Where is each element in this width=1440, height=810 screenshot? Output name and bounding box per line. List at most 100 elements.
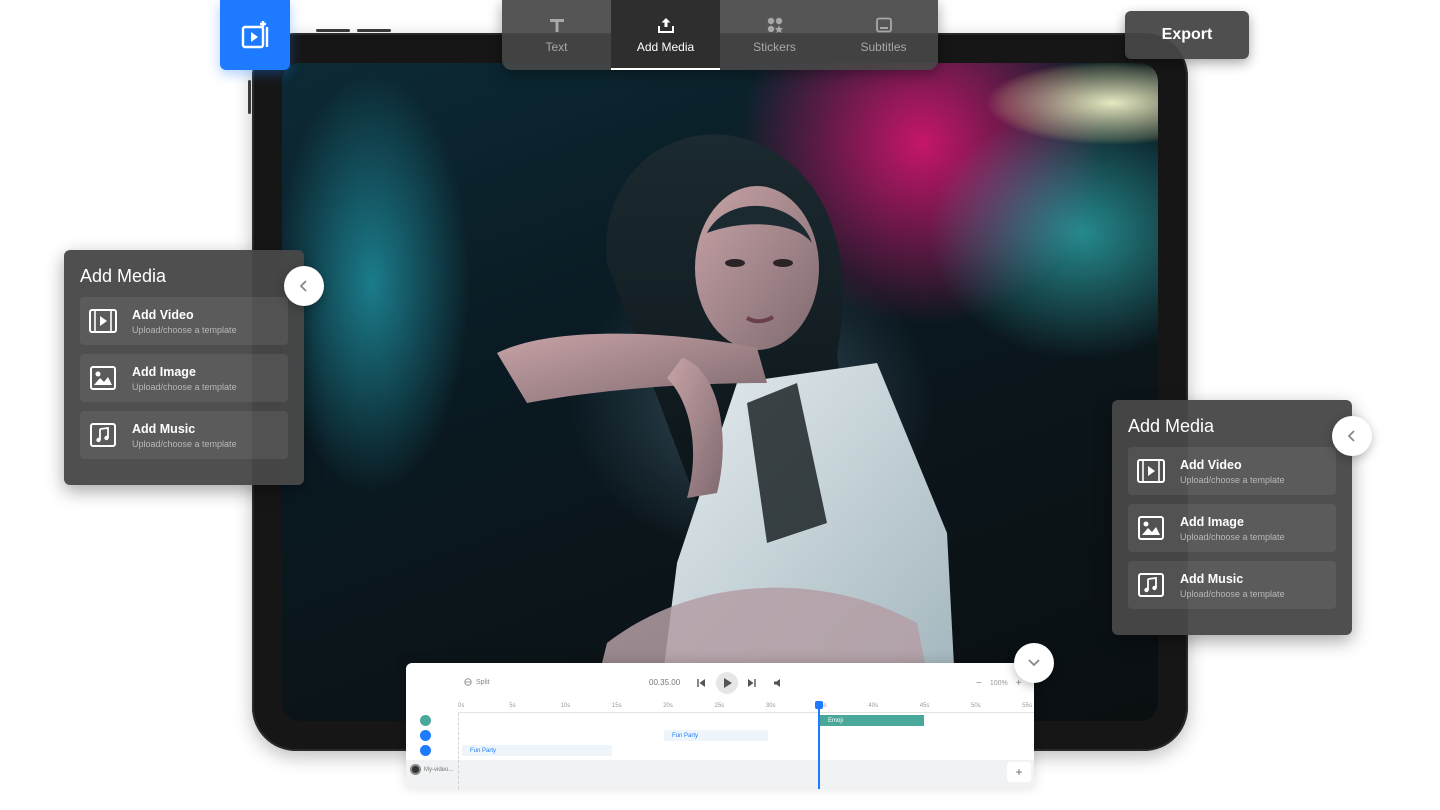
zoom-control[interactable]: − 100% + bbox=[976, 678, 1022, 689]
panel-title: Add Media bbox=[80, 266, 167, 286]
zoom-out-icon[interactable]: − bbox=[976, 678, 982, 689]
emoji-clip[interactable]: Emoji bbox=[818, 715, 924, 726]
add-video-item[interactable]: Add Video Upload/choose a template bbox=[1128, 447, 1336, 495]
media-item-label: Add Video bbox=[1180, 457, 1242, 472]
chevron-left-icon bbox=[299, 280, 307, 292]
video-track[interactable]: My-video... + bbox=[406, 760, 1034, 789]
add-video-item[interactable]: Add Video Upload/choose a template bbox=[80, 297, 288, 345]
ruler-tick-label: 15s bbox=[611, 703, 622, 709]
play-icon bbox=[723, 678, 732, 688]
add-media-panel-left: Add Media Add Video Upload/choose a temp… bbox=[64, 250, 304, 485]
media-item-subtitle: Upload/choose a template bbox=[1180, 531, 1285, 542]
add-music-item[interactable]: Add Music Upload/choose a template bbox=[80, 411, 288, 459]
tab-label: Add Media bbox=[636, 40, 695, 54]
text-track-icon bbox=[420, 745, 431, 756]
tab-label: Stickers bbox=[753, 40, 796, 54]
timeline-controls: Split 00.35.00 − 100% + bbox=[406, 663, 1034, 703]
text-clip[interactable]: Fun Party bbox=[664, 730, 768, 741]
add-image-item[interactable]: Add Image Upload/choose a template bbox=[1128, 504, 1336, 552]
tablet-volume-button bbox=[316, 29, 350, 32]
export-button[interactable]: Export bbox=[1125, 11, 1249, 59]
volume-icon[interactable] bbox=[774, 679, 783, 687]
text-icon bbox=[549, 19, 564, 32]
media-item-label: Add Music bbox=[1180, 571, 1244, 586]
text-clip[interactable]: Fun Party bbox=[462, 745, 612, 756]
media-item-subtitle: Upload/choose a template bbox=[132, 381, 237, 392]
editor-stage: Text Add Media Stickers Subtitles Export bbox=[0, 0, 1440, 810]
preview-photo bbox=[497, 134, 957, 721]
ruler-tick-label: 0s bbox=[458, 703, 465, 709]
clip-label: Fun Party bbox=[470, 747, 497, 754]
ruler-tick-label: 5s bbox=[509, 703, 516, 709]
collapse-right-panel-button[interactable] bbox=[1332, 416, 1372, 456]
media-item-subtitle: Upload/choose a template bbox=[1180, 474, 1285, 485]
skip-back-icon[interactable] bbox=[697, 679, 706, 687]
tab-label: Subtitles bbox=[860, 40, 907, 54]
ruler-tick-label: 30s bbox=[765, 703, 776, 709]
skip-forward-icon[interactable] bbox=[747, 679, 756, 687]
plus-icon: + bbox=[1015, 765, 1023, 779]
music-icon bbox=[88, 420, 118, 450]
current-time: 00.35.00 bbox=[649, 678, 681, 687]
media-item-subtitle: Upload/choose a template bbox=[132, 324, 237, 335]
split-label: Split bbox=[476, 678, 490, 686]
tab-text[interactable]: Text bbox=[502, 0, 611, 70]
media-item-label: Add Image bbox=[1180, 514, 1244, 529]
video-crop-icon bbox=[241, 21, 269, 49]
ruler-tick-label: 55s bbox=[1022, 703, 1032, 709]
playhead-handle[interactable] bbox=[815, 701, 823, 709]
add-image-item[interactable]: Add Image Upload/choose a template bbox=[80, 354, 288, 402]
add-music-item[interactable]: Add Music Upload/choose a template bbox=[1128, 561, 1336, 609]
add-media-panel-right: Add Media Add Video Upload/choose a temp… bbox=[1112, 400, 1352, 635]
ruler-tick-label: 50s bbox=[971, 703, 981, 709]
tab-add-media[interactable]: Add Media bbox=[611, 0, 720, 70]
collapse-left-panel-button[interactable] bbox=[284, 266, 324, 306]
text-track-icon bbox=[420, 730, 431, 741]
tab-subtitles[interactable]: Subtitles bbox=[829, 0, 938, 70]
image-icon bbox=[1136, 513, 1166, 543]
play-button[interactable] bbox=[716, 672, 738, 694]
video-track-icon bbox=[410, 764, 421, 775]
media-item-subtitle: Upload/choose a template bbox=[1180, 588, 1285, 599]
video-icon bbox=[88, 306, 118, 336]
media-item-label: Add Image bbox=[132, 364, 196, 379]
timeline-panel: Split 00.35.00 − 100% + 0s 5s 10s 15s 20s 25s… bbox=[406, 663, 1034, 789]
ruler-tick-label: 20s bbox=[663, 703, 673, 709]
music-icon bbox=[1136, 570, 1166, 600]
emoji-track-icon bbox=[420, 715, 431, 726]
zoom-in-icon[interactable]: + bbox=[1016, 678, 1022, 689]
tab-stickers[interactable]: Stickers bbox=[720, 0, 829, 70]
chevron-left-icon bbox=[1347, 430, 1355, 442]
clip-label: Fun Party bbox=[672, 732, 699, 739]
tablet-volume-button bbox=[357, 29, 391, 32]
media-item-subtitle: Upload/choose a template bbox=[132, 438, 237, 449]
collapse-timeline-button[interactable] bbox=[1014, 643, 1054, 683]
media-item-label: Add Video bbox=[132, 307, 194, 322]
app-logo[interactable] bbox=[220, 0, 290, 70]
panel-title: Add Media bbox=[1128, 416, 1215, 436]
zoom-level: 100% bbox=[989, 680, 1008, 687]
tablet-power-button bbox=[248, 80, 251, 114]
image-icon bbox=[88, 363, 118, 393]
track-start-marker bbox=[458, 713, 459, 759]
top-toolbar: Text Add Media Stickers Subtitles bbox=[502, 0, 938, 70]
stickers-icon bbox=[767, 17, 783, 33]
split-icon bbox=[464, 678, 472, 686]
ruler-tick-label: 10s bbox=[560, 703, 571, 709]
tab-label: Text bbox=[545, 40, 568, 54]
video-icon bbox=[1136, 456, 1166, 486]
video-track-label: My-video... bbox=[424, 767, 454, 773]
ruler-tick-label: 25s bbox=[714, 703, 725, 709]
subtitles-icon bbox=[875, 17, 892, 33]
media-item-label: Add Music bbox=[132, 421, 196, 436]
video-preview[interactable] bbox=[282, 63, 1158, 721]
timeline-ruler[interactable]: 0s5s10s15s20s25s30s35s40s45s50s55s bbox=[458, 703, 1034, 713]
chevron-down-icon bbox=[1028, 659, 1040, 667]
track-start-marker bbox=[458, 760, 459, 789]
add-track-button[interactable]: + bbox=[1007, 762, 1031, 782]
playhead[interactable] bbox=[818, 703, 820, 789]
clip-label: Emoji bbox=[828, 717, 844, 724]
upload-icon bbox=[657, 18, 674, 33]
split-button[interactable]: Split bbox=[464, 678, 490, 686]
ruler-tick-label: 40s bbox=[868, 703, 879, 709]
